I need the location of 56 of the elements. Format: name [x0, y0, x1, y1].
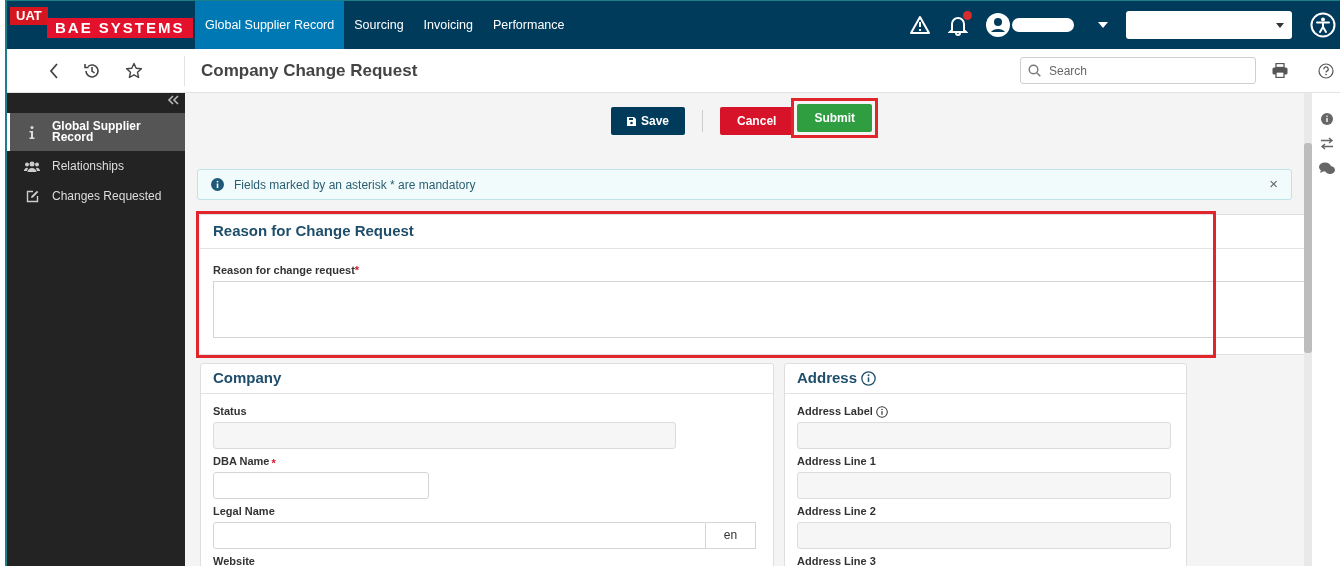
star-icon[interactable] [124, 61, 143, 80]
save-icon [627, 116, 636, 126]
close-button[interactable]: × [1269, 173, 1278, 196]
info-icon [211, 178, 224, 191]
back-icon[interactable] [48, 62, 59, 79]
swap-icon[interactable] [1320, 137, 1334, 150]
nav-tab[interactable]: Sourcing [344, 1, 414, 49]
users-icon [24, 160, 40, 172]
page-title: Company Change Request [201, 59, 418, 82]
redacted-user-name [1012, 18, 1074, 32]
print-icon[interactable] [1272, 63, 1288, 78]
save-button[interactable]: Save [611, 107, 686, 135]
chat-icon[interactable] [1319, 162, 1335, 175]
warning-icon[interactable] [910, 16, 930, 34]
required-mark: * [271, 455, 276, 471]
section-title: Address [797, 367, 858, 388]
field-label: Reason for change request* [213, 263, 361, 278]
field-label: Address Line 2 [797, 504, 876, 520]
search-field[interactable]: Search [1020, 57, 1256, 84]
field-label: Address Label [797, 404, 873, 420]
nav-tab[interactable]: Invoicing [413, 1, 483, 49]
help-icon[interactable] [1318, 62, 1334, 79]
company-logo: BAE SYSTEMS [47, 18, 193, 38]
info-icon[interactable] [861, 370, 877, 386]
accessibility-icon[interactable] [1310, 12, 1336, 38]
cancel-button[interactable]: Cancel [720, 107, 794, 135]
sidebar-item[interactable]: Global Supplier Record [7, 113, 185, 151]
field-label: Status [213, 404, 247, 420]
scrollbar-thumb[interactable] [1304, 143, 1312, 353]
text-input-field[interactable] [213, 471, 429, 499]
edit-icon [25, 189, 39, 203]
field-label: Website [213, 554, 255, 566]
sidebar-item[interactable]: Relationships [7, 151, 185, 181]
field-label: Legal Name [213, 504, 275, 520]
collapse-icon[interactable] [167, 95, 179, 105]
history-icon[interactable] [82, 61, 101, 80]
field-label: Address Line 3 [797, 554, 876, 566]
info-icon [29, 125, 35, 139]
text-input-field[interactable] [213, 521, 706, 549]
required-mark: * [354, 264, 360, 276]
section-title: Reason for Change Request [213, 221, 414, 242]
sidebar-item[interactable]: Changes Requested [7, 181, 185, 211]
nav-tab[interactable]: Global Supplier Record [195, 1, 345, 49]
caret-icon [1276, 22, 1284, 28]
nav-tab[interactable]: Performance [482, 1, 575, 49]
info-icon[interactable] [875, 405, 888, 418]
environment-badge: UAT [10, 7, 48, 25]
search-icon [1028, 64, 1041, 77]
language-selector[interactable]: en [706, 521, 756, 549]
info-icon[interactable] [1321, 113, 1333, 125]
field-label: DBA Name [213, 454, 270, 470]
caret-icon[interactable] [1098, 22, 1108, 28]
mandatory-fields-notice: Fields marked by an asterisk * are mandatory [234, 176, 476, 194]
section-title: Company [213, 367, 282, 388]
field-label: Address Line 1 [797, 454, 876, 470]
user-avatar-icon[interactable] [986, 13, 1010, 37]
